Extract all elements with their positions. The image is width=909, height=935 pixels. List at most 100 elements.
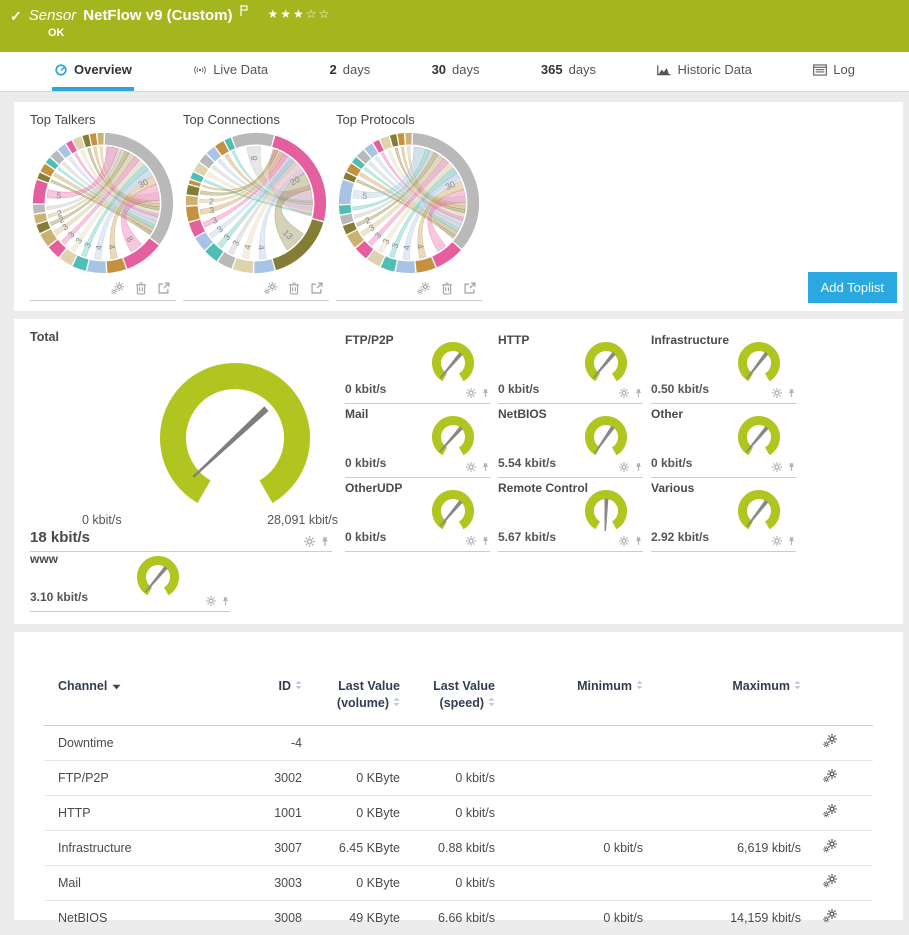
channel-table: ChannelIDLast Value(volume)Last Value(sp… <box>44 678 873 935</box>
cell-channel: NetBIOS <box>44 900 244 935</box>
column-sublabel: (volume) <box>337 696 389 710</box>
tab-log[interactable]: Log <box>811 52 857 91</box>
cell-lastspeed: 0 kbit/s <box>400 865 495 900</box>
gauge-pin-icon[interactable] <box>320 536 330 547</box>
priority-stars[interactable]: ★★★☆☆ <box>267 7 331 21</box>
cell-max: 6,619 kbit/s <box>643 830 801 865</box>
cell-lastspeed <box>400 725 495 760</box>
sensor-label: Sensor <box>29 7 77 24</box>
channel-settings-button[interactable] <box>823 734 837 748</box>
toplist-delete-icon[interactable] <box>441 282 453 295</box>
cell-min <box>495 760 643 795</box>
gauge-settings-icon[interactable] <box>772 462 782 472</box>
toplist-delete-icon[interactable] <box>288 282 300 295</box>
toplist-open-icon[interactable] <box>311 282 323 295</box>
cell-channel: HTTP <box>44 795 244 830</box>
sort-icon <box>794 679 801 693</box>
gauge-settings-icon[interactable] <box>206 596 216 606</box>
gauge-settings-icon[interactable] <box>772 536 782 546</box>
channel-settings-button[interactable] <box>823 839 837 853</box>
gauge-title: Other <box>651 407 683 421</box>
gauge-settings-icon[interactable] <box>304 536 315 547</box>
col-header-channel[interactable]: Channel <box>44 678 244 725</box>
channel-settings-button[interactable] <box>823 804 837 818</box>
tab-overview[interactable]: Overview <box>52 52 134 91</box>
gauge-pin-icon[interactable] <box>481 462 490 472</box>
cell-lastvol: 0 KByte <box>302 865 400 900</box>
toplist-title: Top Connections <box>183 112 329 127</box>
gauge-value: 2.92 kbit/s <box>651 530 709 544</box>
column-label: Maximum <box>732 679 790 693</box>
channel-settings-button[interactable] <box>823 769 837 783</box>
gauge-pin-icon[interactable] <box>787 462 796 472</box>
toplist-settings-icon[interactable] <box>111 282 124 295</box>
col-header-lastvol[interactable]: Last Value(volume) <box>302 678 400 725</box>
tab-historic-data[interactable]: Historic Data <box>655 52 753 91</box>
gauge-settings-icon[interactable] <box>619 388 629 398</box>
gauge-ftp-p2p: FTP/P2P 0 kbit/s <box>345 330 490 404</box>
gauge-settings-icon[interactable] <box>619 462 629 472</box>
tab-live-data[interactable]: Live Data <box>191 52 270 91</box>
gauge-pin-icon[interactable] <box>787 388 796 398</box>
gauge-pin-icon[interactable] <box>634 462 643 472</box>
cell-id: -4 <box>244 725 302 760</box>
cell-channel: Infrastructure <box>44 830 244 865</box>
gauge-settings-icon[interactable] <box>619 536 629 546</box>
gauge-pin-icon[interactable] <box>481 388 490 398</box>
gauge-settings-icon[interactable] <box>466 462 476 472</box>
gauge-settings-icon[interactable] <box>466 388 476 398</box>
gauge-mail: Mail 0 kbit/s <box>345 404 490 478</box>
toplist-open-icon[interactable] <box>464 282 476 295</box>
toplist-top-connections: Top Connections 8201344333332 <box>183 112 329 301</box>
col-header-actions <box>801 678 873 725</box>
svg-text:8: 8 <box>249 155 259 161</box>
sort-icon <box>295 679 302 693</box>
tab-label: Log <box>833 62 855 77</box>
col-header-min[interactable]: Minimum <box>495 678 643 725</box>
column-label: ID <box>279 679 292 693</box>
gauge-pin-icon[interactable] <box>634 388 643 398</box>
gauge-dial <box>426 487 480 533</box>
svg-text:5: 5 <box>362 190 369 201</box>
gauge-settings-icon[interactable] <box>772 388 782 398</box>
gauge-settings-icon[interactable] <box>466 536 476 546</box>
tab-365-days[interactable]: 365days <box>539 52 598 91</box>
gauge-http: HTTP 0 kbit/s <box>498 330 643 404</box>
gauge-value: 3.10 kbit/s <box>30 590 88 604</box>
channel-table-panel: ChannelIDLast Value(volume)Last Value(sp… <box>14 632 903 920</box>
gauge-value: 18 kbit/s <box>30 529 90 546</box>
tab-2-days[interactable]: 2days <box>328 52 373 91</box>
gauge-other: Other 0 kbit/s <box>651 404 796 478</box>
gauge-value: 5.67 kbit/s <box>498 530 556 544</box>
col-header-lastspeed[interactable]: Last Value(speed) <box>400 678 495 725</box>
tab-30-days[interactable]: 30days <box>430 52 482 91</box>
column-label: Last Value <box>433 679 495 693</box>
gauge-pin-icon[interactable] <box>787 536 796 546</box>
toplist-settings-icon[interactable] <box>417 282 430 295</box>
cell-max <box>643 865 801 900</box>
cell-channel: Downtime <box>44 725 244 760</box>
toplist-open-icon[interactable] <box>158 282 170 295</box>
channel-settings-button[interactable] <box>823 874 837 888</box>
cell-max <box>643 760 801 795</box>
tab-label: days <box>343 62 370 77</box>
cell-min <box>495 725 643 760</box>
cell-id: 3003 <box>244 865 302 900</box>
chord-diagram: 3044333325 <box>336 130 482 276</box>
col-header-max[interactable]: Maximum <box>643 678 801 725</box>
svg-text:4: 4 <box>402 245 412 251</box>
gauge-title: www <box>30 552 58 566</box>
gauge-pin-icon[interactable] <box>634 536 643 546</box>
add-toplist-button[interactable]: Add Toplist <box>808 272 897 303</box>
toplist-delete-icon[interactable] <box>135 282 147 295</box>
flag-icon[interactable] <box>240 3 248 21</box>
gauge-pin-icon[interactable] <box>221 596 230 606</box>
channel-settings-button[interactable] <box>823 909 837 923</box>
column-label: Minimum <box>577 679 632 693</box>
gauge-pin-icon[interactable] <box>481 536 490 546</box>
gauges-panel: Total 0 kbit/s 28,091 kbit/s 18 kbit/s F… <box>14 319 903 624</box>
live-icon <box>193 64 207 76</box>
col-header-id[interactable]: ID <box>244 678 302 725</box>
cell-lastvol: 49 KByte <box>302 900 400 935</box>
toplist-settings-icon[interactable] <box>264 282 277 295</box>
